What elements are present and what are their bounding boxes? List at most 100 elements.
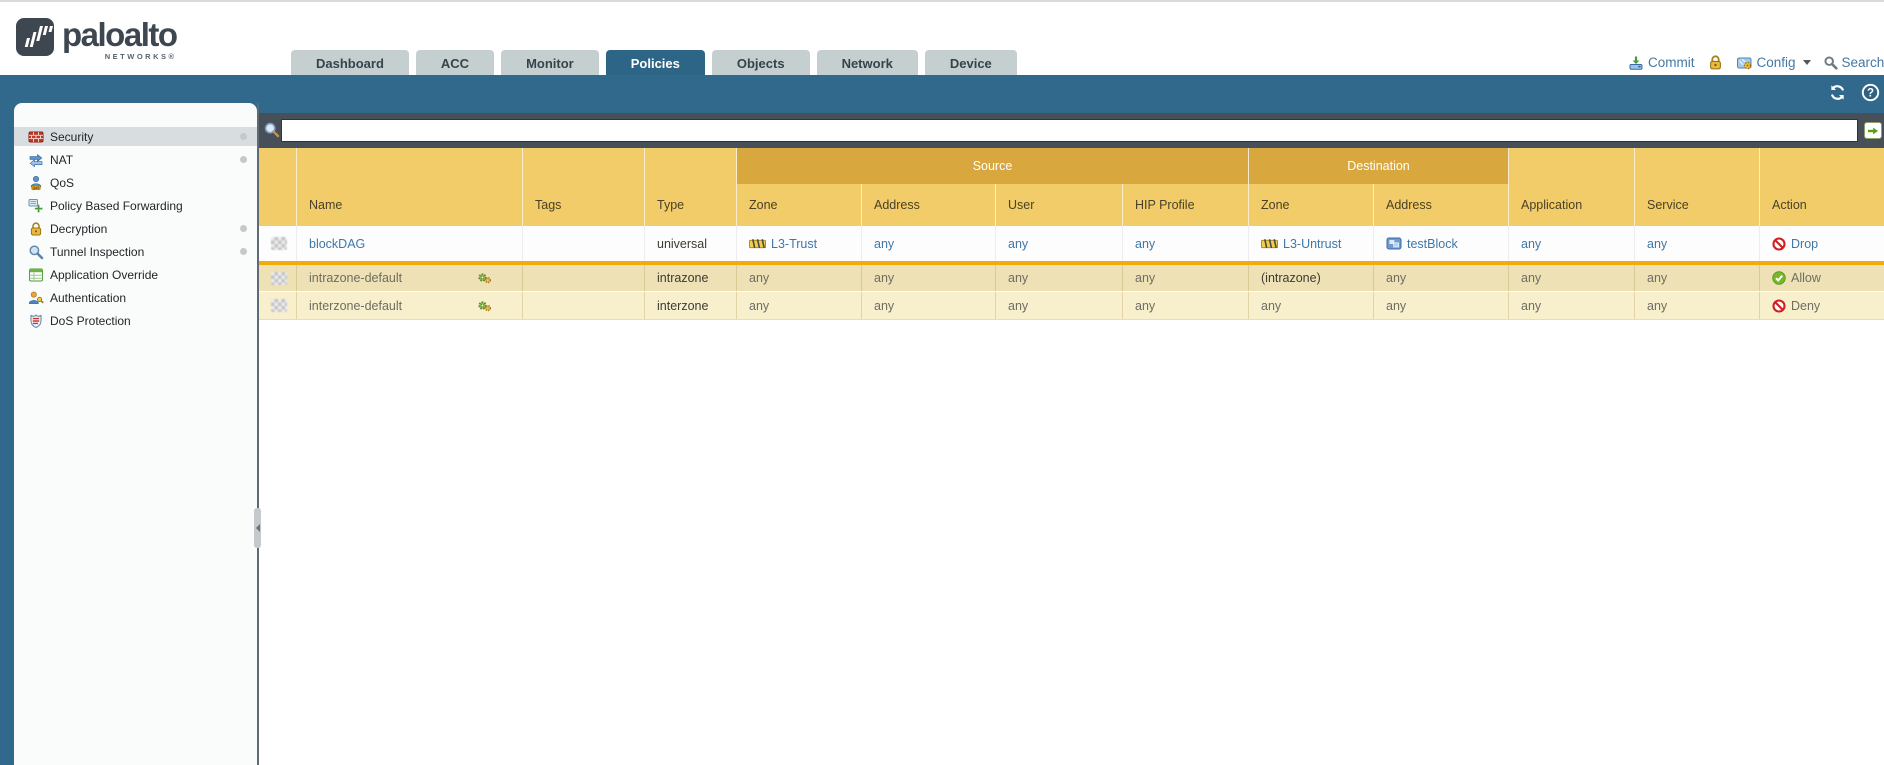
dest-address: any [1386,271,1406,285]
security-rules-table: Source Destination Name Tags Type Zone A… [259,148,1884,320]
group-header-source: Source [737,148,1249,184]
rule-row-intrazone-default[interactable]: intrazone-default intrazone any any any [259,265,1884,292]
tab-policies[interactable]: Policies [606,50,705,77]
sidebar-item-dos-protection[interactable]: DoS Protection [14,311,257,330]
rule-number-redacted [271,237,287,250]
column-header-source-user[interactable]: User [996,184,1123,226]
config-menu-button[interactable]: Config [1736,55,1811,71]
sidebar-item-security[interactable]: Security [14,127,257,146]
source-address-link[interactable]: any [874,237,894,251]
paloalto-logo: paloalto NETWORKS® [16,18,177,61]
dest-zone: any [1261,299,1281,313]
application-link[interactable]: any [1521,237,1541,251]
sidebar-item-label: Decryption [50,222,107,236]
group-header-destination: Destination [1249,148,1509,184]
column-header-tags[interactable]: Tags [523,184,645,226]
tags-cell [523,292,645,319]
tags-cell [523,265,645,291]
hip-profile-link[interactable]: any [1135,237,1155,251]
column-header-source-zone[interactable]: Zone [737,184,862,226]
status-dot [240,133,247,140]
rule-filter-input[interactable] [281,119,1858,142]
apply-filter-button[interactable] [1864,122,1882,139]
sidebar-item-label: Application Override [50,268,158,282]
predefined-settings-gears-icon [477,272,492,285]
rule-name-link[interactable]: blockDAG [309,237,365,251]
column-header-dest-zone[interactable]: Zone [1249,184,1374,226]
tab-dashboard[interactable]: Dashboard [291,50,409,77]
sidebar-collapse-handle[interactable] [254,508,261,548]
dest-address-link[interactable]: testBlock [1407,237,1458,251]
source-user: any [1008,299,1028,313]
tab-monitor[interactable]: Monitor [501,50,599,77]
security-icon [28,129,44,145]
column-header-name[interactable]: Name [297,184,523,226]
zone-icon [1261,238,1278,249]
search-button[interactable]: Search [1823,55,1884,70]
table-column-header-row: Name Tags Type Zone Address User HIP Pro… [259,184,1884,226]
column-header-application[interactable]: Application [1509,184,1635,226]
sidebar-item-nat[interactable]: NAT [14,150,257,169]
sidebar-item-authentication[interactable]: Authentication [14,288,257,307]
policies-sidebar: Security NAT QoS QoS [14,103,257,765]
source-zone: any [749,271,769,285]
magnifier-icon [263,121,281,139]
rule-number-redacted [271,272,287,285]
tab-network[interactable]: Network [817,50,918,77]
service: any [1647,271,1667,285]
caret-down-icon [1803,60,1811,65]
column-header-service[interactable]: Service [1635,184,1760,226]
source-zone: any [749,299,769,313]
lock-button[interactable] [1707,54,1724,71]
sidebar-item-policy-based-forwarding[interactable]: Policy Based Forwarding [14,196,257,215]
dest-zone-link[interactable]: L3-Untrust [1283,237,1341,251]
service: any [1647,299,1667,313]
column-header-action[interactable]: Action [1760,184,1884,226]
lock-icon [1707,54,1724,71]
hip-profile: any [1135,271,1155,285]
type-cell: universal [657,237,707,251]
column-header-dest-address[interactable]: Address [1374,184,1509,226]
refresh-icon[interactable] [1829,84,1846,101]
deny-prohibition-icon [1772,299,1786,313]
drop-prohibition-icon [1772,237,1786,251]
sidebar-item-label: DoS Protection [50,314,131,328]
rule-row-blockdag[interactable]: blockDAG universal L3-Trust any any any [259,226,1884,261]
application-override-icon [28,267,44,283]
action-label: Deny [1791,299,1820,313]
column-header-type[interactable]: Type [645,184,737,226]
sidebar-item-decryption[interactable]: Decryption [14,219,257,238]
sidebar-item-label: Authentication [50,291,126,305]
dest-address: any [1386,299,1406,313]
source-user-link[interactable]: any [1008,237,1028,251]
sidebar-item-label: Tunnel Inspection [50,245,144,259]
type-cell: interzone [657,299,708,313]
decryption-icon [28,221,44,237]
sidebar-item-application-override[interactable]: Application Override [14,265,257,284]
rule-row-interzone-default[interactable]: interzone-default interzone any any any [259,292,1884,320]
sidebar-item-qos[interactable]: QoS QoS [14,173,257,192]
tab-objects[interactable]: Objects [712,50,810,77]
service-link[interactable]: any [1647,237,1667,251]
action-label: Allow [1791,271,1821,285]
tab-device[interactable]: Device [925,50,1017,77]
top-bar: paloalto NETWORKS® Dashboard ACC Monitor… [0,0,1884,75]
config-label: Config [1757,55,1796,70]
sidebar-item-label: QoS [50,176,74,190]
column-header-hip-profile[interactable]: HIP Profile [1123,184,1249,226]
nat-icon [28,152,44,168]
commit-button[interactable]: Commit [1628,55,1695,71]
config-icon [1736,55,1753,71]
dos-protection-icon [28,313,44,329]
svg-text:QoS: QoS [33,186,41,190]
sidebar-item-tunnel-inspection[interactable]: Tunnel Inspection [14,242,257,261]
column-header-source-address[interactable]: Address [862,184,996,226]
action-link[interactable]: Drop [1791,237,1818,251]
status-dot [240,225,247,232]
help-icon[interactable]: ? [1861,83,1880,102]
tunnel-inspection-icon [28,244,44,260]
source-zone-link[interactable]: L3-Trust [771,237,817,251]
sidebar-item-label: Policy Based Forwarding [50,199,183,213]
source-user: any [1008,271,1028,285]
tab-acc[interactable]: ACC [416,50,494,77]
